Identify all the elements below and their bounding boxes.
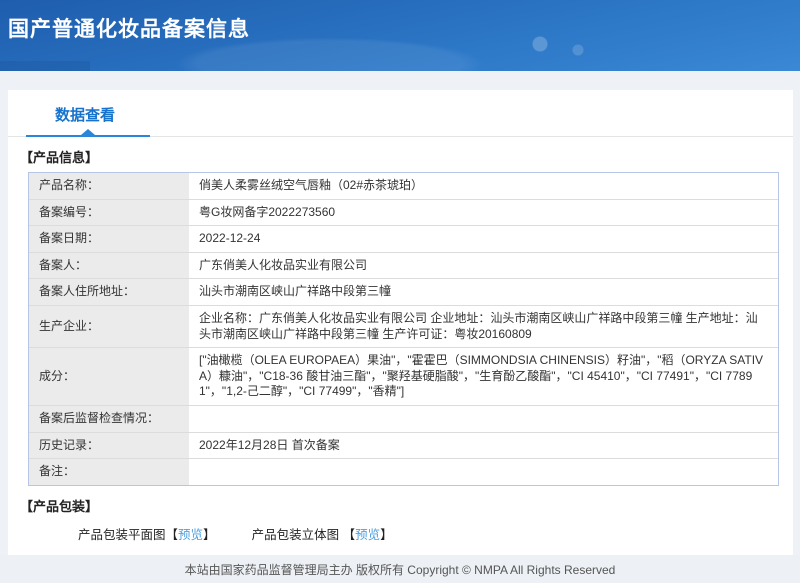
row-label: 备案人： (29, 252, 189, 280)
row-label: 产品名称： (29, 173, 189, 200)
bracket-close: 】 (380, 527, 393, 542)
packaging-flat-item: 产品包装平面图【预览】 (78, 524, 216, 543)
table-row-filer: 备案人： 广东俏美人化妆品实业有限公司 (29, 252, 778, 280)
tab-pointer-triangle (81, 129, 95, 135)
table-row-remarks: 备注： (29, 459, 778, 485)
preview-link-flat[interactable]: 预览 (178, 528, 203, 542)
row-label: 备案编号： (29, 199, 189, 227)
bracket-open: 【 (342, 527, 356, 542)
tab-bar: 数据查看 (8, 90, 793, 137)
row-label: 备案人住所地址： (29, 279, 189, 306)
row-value: ["油橄榄（OLEA EUROPAEA）果油"，"霍霍巴（SIMMONDSIA … (189, 348, 778, 406)
footer-text: 本站由国家药品监督管理局主办 版权所有 Copyright © NMPA All… (184, 562, 616, 577)
page-title: 国产普通化妆品备案信息 (8, 18, 250, 41)
row-value: 汕头市潮南区峡山广祥路中段第三幢 (189, 279, 778, 306)
table-row-filing-number: 备案编号： 粤G妆网备字2022273560 (29, 199, 778, 227)
row-label: 生产企业： (29, 305, 189, 349)
table-row-filing-date: 备案日期： 2022-12-24 (29, 226, 778, 253)
packaging-3d-item: 产品包装立体图 【预览】 (252, 524, 393, 543)
section-title-product-info: 【产品信息】 (20, 150, 99, 165)
page-header: 国产普通化妆品备案信息 (0, 0, 800, 71)
row-label: 历史记录： (29, 432, 189, 460)
row-value: 2022-12-24 (189, 226, 778, 253)
table-row-post-filing-inspection: 备案后监督检查情况： (29, 405, 778, 433)
row-value: 广东俏美人化妆品实业有限公司 (189, 253, 778, 280)
row-value (189, 406, 778, 433)
row-label: 备案日期： (29, 226, 189, 253)
content-card: 数据查看 【产品信息】 产品名称： 俏美人柔雾丝绒空气唇釉（02#赤茶琥珀） 备… (8, 90, 793, 555)
tab-active-indicator (26, 129, 150, 137)
packaging-3d-label: 产品包装立体图 (251, 527, 340, 542)
page-footer: 本站由国家药品监督管理局主办 版权所有 Copyright © NMPA All… (0, 555, 800, 583)
row-value: 俏美人柔雾丝绒空气唇釉（02#赤茶琥珀） (189, 173, 778, 200)
table-row-history: 历史记录： 2022年12月28日 首次备案 (29, 432, 778, 460)
row-label: 备注： (29, 459, 189, 485)
row-value (189, 459, 778, 485)
row-label: 成分： (29, 348, 189, 406)
section-title-product-packaging: 【产品包装】 (20, 498, 99, 514)
row-value: 2022年12月28日 首次备案 (189, 433, 778, 460)
row-label: 备案后监督检查情况： (29, 405, 189, 433)
tab-data-view[interactable]: 数据查看 (55, 104, 115, 125)
table-row-ingredients: 成分： ["油橄榄（OLEA EUROPAEA）果油"，"霍霍巴（SIMMOND… (29, 348, 778, 406)
table-row-manufacturer: 生产企业： 企业名称：广东俏美人化妆品实业有限公司 企业地址：汕头市潮南区峡山广… (29, 305, 778, 349)
packaging-links-row: 产品包装平面图【预览】 产品包装立体图 【预览】 (78, 524, 793, 543)
row-value: 企业名称：广东俏美人化妆品实业有限公司 企业地址：汕头市潮南区峡山广祥路中段第三… (189, 306, 778, 349)
bracket-open: 【 (165, 527, 179, 542)
table-row-filer-address: 备案人住所地址： 汕头市潮南区峡山广祥路中段第三幢 (29, 279, 778, 306)
bracket-close: 】 (203, 527, 216, 542)
table-row-product-name: 产品名称： 俏美人柔雾丝绒空气唇釉（02#赤茶琥珀） (29, 173, 778, 200)
preview-link-3d[interactable]: 预览 (355, 528, 380, 542)
packaging-flat-label: 产品包装平面图 (78, 527, 166, 542)
row-value: 粤G妆网备字2022273560 (189, 200, 778, 227)
product-info-table: 产品名称： 俏美人柔雾丝绒空气唇釉（02#赤茶琥珀） 备案编号： 粤G妆网备字2… (28, 172, 779, 486)
